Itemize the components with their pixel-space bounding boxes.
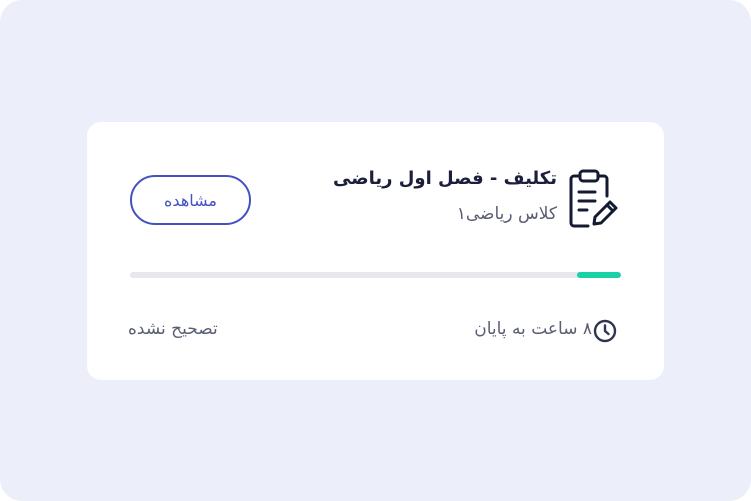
- clipboard-edit-icon: [566, 166, 622, 230]
- assignment-card: تکلیف - فصل اول ریاضی کلاس ریاضی۱ مشاهده…: [87, 122, 664, 380]
- clock-icon: [592, 318, 618, 344]
- view-button[interactable]: مشاهده: [130, 175, 251, 225]
- progress-fill: [576, 272, 621, 278]
- assignment-title: تکلیف - فصل اول ریاضی: [333, 168, 557, 189]
- page-background: تکلیف - فصل اول ریاضی کلاس ریاضی۱ مشاهده…: [0, 0, 751, 501]
- progress-bar: [130, 272, 621, 278]
- class-name: کلاس ریاضی۱: [456, 204, 557, 224]
- grading-status: تصحیح نشده: [128, 319, 218, 339]
- time-remaining: ۸ ساعت به پایان: [474, 319, 592, 339]
